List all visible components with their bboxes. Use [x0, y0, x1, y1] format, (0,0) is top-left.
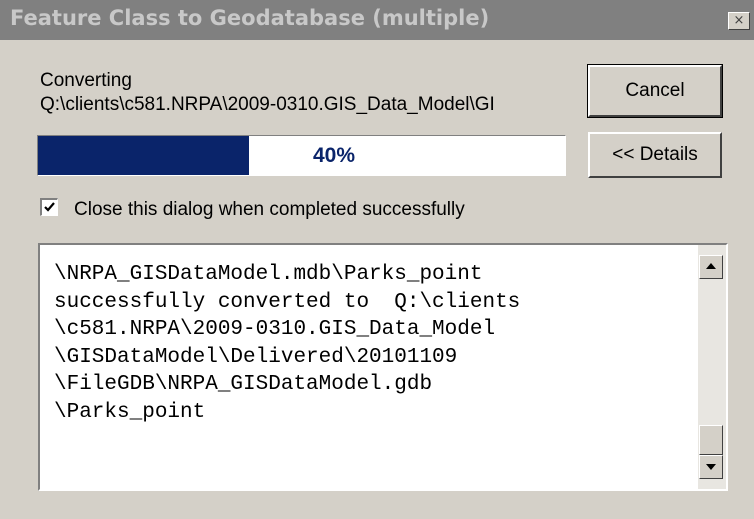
cancel-button[interactable]: Cancel [588, 65, 722, 117]
checkbox-label: Close this dialog when completed success… [74, 199, 465, 220]
status-label: Converting [40, 70, 132, 91]
scroll-up-button[interactable] [699, 255, 723, 279]
status-path: Q:\clients\c581.NRPA\2009-0310.GIS_Data_… [40, 95, 495, 115]
close-button[interactable]: × [728, 12, 750, 30]
window-title: Feature Class to Geodatabase (multiple) [10, 6, 490, 30]
log-box[interactable]: \NRPA_GISDataModel.mdb\Parks_point succe… [38, 243, 728, 491]
close-when-done-checkbox[interactable] [40, 198, 58, 216]
close-icon: × [733, 13, 745, 28]
title-bar: Feature Class to Geodatabase (multiple) … [0, 0, 754, 40]
log-scrollbar[interactable] [698, 245, 726, 489]
arrow-down-icon [706, 464, 716, 470]
progress-fill [38, 136, 249, 175]
scroll-thumb[interactable] [699, 425, 723, 455]
arrow-up-icon [706, 263, 716, 269]
details-button[interactable]: << Details [588, 132, 722, 178]
checkmark-icon [44, 202, 55, 212]
log-text: \NRPA_GISDataModel.mdb\Parks_point succe… [54, 263, 521, 424]
scroll-down-button[interactable] [699, 455, 723, 479]
progress-bar: 40% [37, 135, 566, 176]
progress-percent: 40% [313, 144, 356, 167]
